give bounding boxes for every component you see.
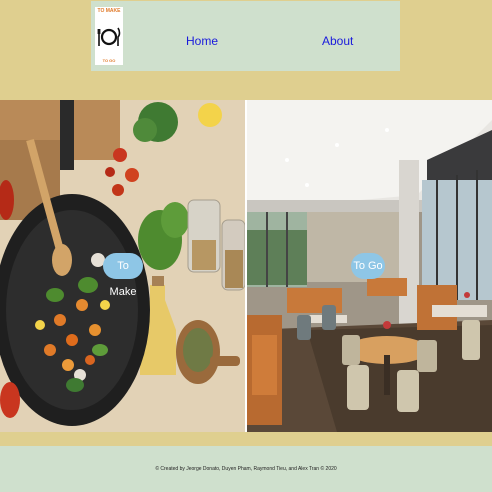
logo-bottom-text: TO GO: [102, 58, 116, 63]
nav-home-link[interactable]: Home: [186, 34, 218, 48]
to-go-panel[interactable]: To Go: [247, 100, 492, 432]
footer-credits: © Created by Jeorge Donato, Duyen Pham, …: [155, 466, 337, 472]
nav-about-link[interactable]: About: [322, 34, 353, 48]
page: TO MAKE TO GO Home About To Make To Go ©…: [0, 0, 492, 492]
to-make-panel[interactable]: To Make: [0, 100, 245, 432]
to-go-button[interactable]: To Go: [351, 253, 385, 279]
footer: © Created by Jeorge Donato, Duyen Pham, …: [0, 446, 492, 492]
logo[interactable]: TO MAKE TO GO: [95, 7, 123, 65]
to-make-button[interactable]: To Make: [103, 253, 143, 298]
fork-knife-plate-icon: [97, 25, 121, 49]
bottom-band: [0, 432, 492, 446]
header-band: TO MAKE TO GO Home About: [0, 0, 492, 100]
logo-top-text: TO MAKE: [97, 8, 121, 14]
navbar: TO MAKE TO GO Home About: [91, 1, 400, 71]
